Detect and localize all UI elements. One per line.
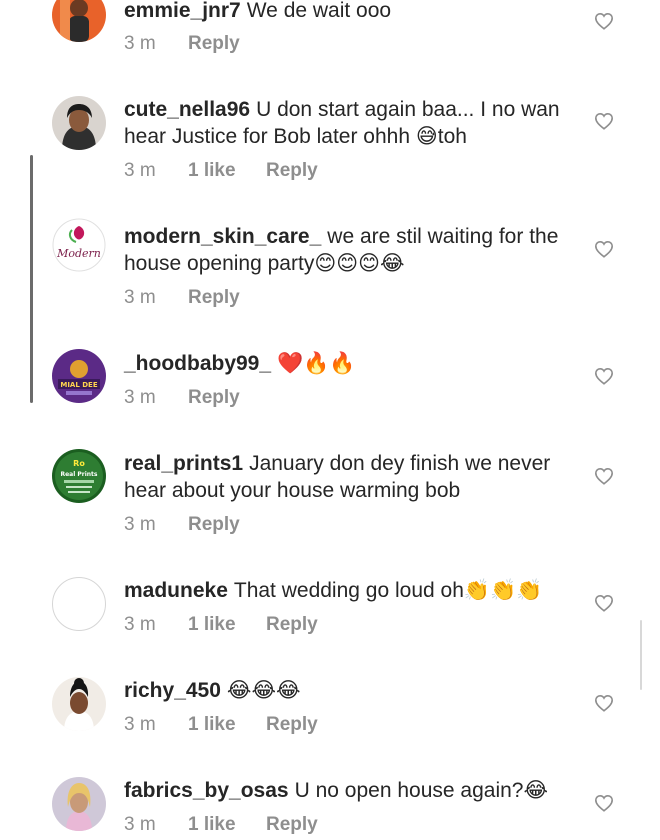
avatar[interactable] (52, 0, 106, 42)
comment-meta: 3 m Reply (124, 514, 240, 536)
comment-meta: 3 m Reply (124, 387, 240, 409)
comment-body: ❤️🔥🔥 (277, 352, 356, 375)
reply-button[interactable]: Reply (266, 160, 318, 182)
heart-outline-icon[interactable] (594, 240, 614, 258)
avatar[interactable]: Ro Real Prints (52, 449, 106, 503)
comment-time: 3 m (124, 33, 156, 54)
like-count[interactable]: 1 like (188, 160, 266, 182)
heart-outline-icon[interactable] (594, 694, 614, 712)
comment-username[interactable]: cute_nella96 (124, 98, 250, 121)
heart-outline-icon[interactable] (594, 794, 614, 812)
like-count[interactable]: 1 like (188, 814, 266, 836)
reply-button[interactable]: Reply (266, 814, 318, 836)
comment-text: richy_450 😂😂😂 (124, 677, 564, 704)
comment-username[interactable]: real_prints1 (124, 452, 243, 475)
comment-meta: 3 m Reply (124, 287, 240, 309)
comment-text: cute_nella96 U don start again baa... I n… (124, 96, 564, 150)
real-prints-logo-mark: Ro (73, 459, 85, 468)
comment-meta: 3 m 1 like Reply (124, 714, 318, 736)
heart-outline-icon[interactable] (594, 112, 614, 130)
comment-body: 😂😂😂 (226, 679, 301, 702)
comment-text: modern_skin_care_ we are stil waiting for… (124, 223, 564, 277)
comment-body: That wedding go loud oh👏👏👏 (233, 579, 543, 602)
comment-text: fabrics_by_osas U no open house again?😂 (124, 777, 564, 804)
reply-button[interactable]: Reply (266, 614, 318, 636)
modern-logo-text: Modern (56, 247, 101, 260)
reply-button[interactable]: Reply (188, 33, 240, 55)
reply-button[interactable]: Reply (188, 514, 240, 536)
comment-time: 3 m (124, 160, 156, 181)
avatar[interactable] (52, 777, 106, 831)
comment-time: 3 m (124, 287, 156, 308)
comment-time: 3 m (124, 387, 156, 408)
avatar[interactable] (52, 96, 106, 150)
avatar[interactable] (52, 577, 106, 631)
avatar[interactable] (52, 677, 106, 731)
heart-outline-icon[interactable] (594, 367, 614, 385)
comment-username[interactable]: richy_450 (124, 679, 221, 702)
scrollbar[interactable] (640, 620, 642, 690)
reply-button[interactable]: Reply (266, 714, 318, 736)
comment-meta: 3 m 1 like Reply (124, 614, 318, 636)
comment-text: _hoodbaby99_ ❤️🔥🔥 (124, 350, 564, 377)
reply-button[interactable]: Reply (188, 387, 240, 409)
heart-outline-icon[interactable] (594, 467, 614, 485)
comment-time: 3 m (124, 614, 156, 635)
comment-meta: 3 m 1 like Reply (124, 160, 318, 182)
heart-outline-icon[interactable] (594, 12, 614, 30)
comment-text: maduneke That wedding go loud oh👏👏👏 (124, 577, 564, 604)
comment-meta: 3 m Reply (124, 33, 240, 55)
comment-text: real_prints1 January don dey finish we ne… (124, 450, 564, 504)
comment-body: We de wait ooo (246, 0, 392, 22)
comment-username[interactable]: fabrics_by_osas (124, 779, 289, 802)
comment-username[interactable]: maduneke (124, 579, 228, 602)
comment-time: 3 m (124, 814, 156, 835)
hoodbaby-logo-text: MIAL DEE (60, 381, 97, 389)
comment-time: 3 m (124, 514, 156, 535)
reply-button[interactable]: Reply (188, 287, 240, 309)
comment-username[interactable]: modern_skin_care_ (124, 225, 321, 248)
comment-username[interactable]: emmie_jnr7 (124, 0, 241, 22)
heart-outline-icon[interactable] (594, 594, 614, 612)
avatar[interactable]: MIAL DEE (52, 349, 106, 403)
like-count[interactable]: 1 like (188, 614, 266, 636)
like-count[interactable]: 1 like (188, 714, 266, 736)
comment-body: U no open house again?😂 (294, 779, 549, 802)
comment-meta: 3 m 1 like Reply (124, 814, 318, 836)
real-prints-logo-text: Real Prints (60, 471, 97, 478)
scroll-indicator (30, 155, 33, 403)
comment-username[interactable]: _hoodbaby99_ (124, 352, 271, 375)
comment-time: 3 m (124, 714, 156, 735)
comment-text: emmie_jnr7 We de wait ooo (124, 0, 564, 24)
avatar[interactable]: Modern (52, 218, 106, 272)
